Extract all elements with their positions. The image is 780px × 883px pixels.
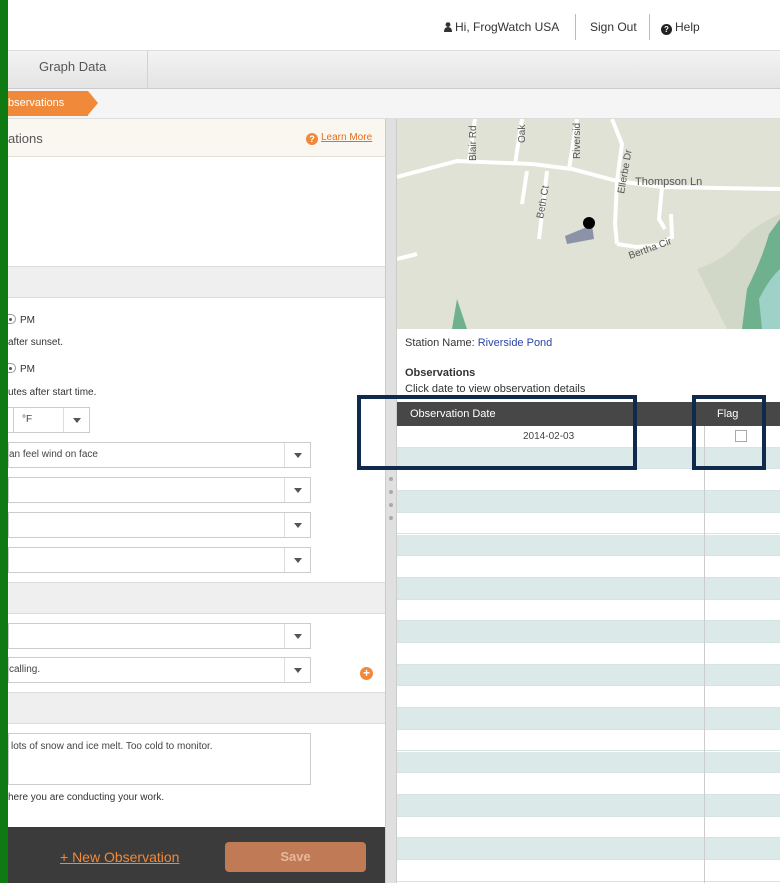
form-footer: + New Observation Save xyxy=(8,827,385,883)
breadcrumb: bservations xyxy=(8,89,780,119)
help-label: Help xyxy=(675,20,700,34)
table-row xyxy=(397,621,780,643)
chevron-down-icon xyxy=(284,548,310,572)
table-row xyxy=(397,512,780,535)
table-row[interactable]: 2014-02-03 xyxy=(397,426,780,448)
wind-select[interactable]: an feel wind on face xyxy=(8,442,311,468)
chevron-down-icon xyxy=(284,443,310,467)
temp-unit-select[interactable]: °F xyxy=(8,407,90,433)
column-divider xyxy=(704,426,705,883)
conditions-select-2[interactable] xyxy=(8,477,311,503)
breadcrumb-observations[interactable]: bservations xyxy=(8,91,98,116)
table-row xyxy=(397,469,780,492)
save-button[interactable]: Save xyxy=(225,842,366,872)
observation-date-cell[interactable]: 2014-02-03 xyxy=(523,431,574,442)
start-time-note: utes after start time. xyxy=(8,387,97,398)
radio-icon xyxy=(8,314,16,324)
new-observation-link[interactable]: + New Observation xyxy=(60,849,179,865)
table-row xyxy=(397,686,780,709)
pm-label: PM xyxy=(20,315,35,326)
conditions-select-4[interactable] xyxy=(8,547,311,573)
table-row xyxy=(397,708,780,730)
question-icon: ? xyxy=(306,133,318,145)
pm-label: PM xyxy=(20,364,35,375)
section-header-species xyxy=(8,582,385,614)
user-greeting: Hi, FrogWatch USA xyxy=(444,20,559,34)
table-row xyxy=(397,447,780,470)
add-species-icon[interactable]: + xyxy=(360,667,373,680)
sign-out-link[interactable]: Sign Out xyxy=(590,20,637,34)
panel-splitter[interactable] xyxy=(385,119,397,883)
notes-textarea[interactable]: lots of snow and ice melt. Too cold to m… xyxy=(8,733,311,785)
help-link[interactable]: ? Help xyxy=(661,20,700,35)
app-window: Hi, FrogWatch USA Sign Out ? Help Graph D… xyxy=(8,0,780,883)
chevron-down-icon xyxy=(284,658,310,682)
chevron-down-icon xyxy=(284,624,310,648)
table-row xyxy=(397,599,780,622)
table-row xyxy=(397,729,780,752)
station-panel: Blair Rd Oak Riversid Ellerbe Dr Thompso… xyxy=(397,119,780,883)
header-divider xyxy=(575,14,576,40)
form-title: ations xyxy=(8,131,43,146)
grip-dot xyxy=(389,477,393,481)
table-row xyxy=(397,664,780,687)
tab-graph-data[interactable]: Graph Data xyxy=(8,51,148,89)
table-row xyxy=(397,556,780,578)
species-select[interactable] xyxy=(8,623,311,649)
street-label: Blair Rd xyxy=(468,125,479,161)
main-nav: Graph Data xyxy=(8,51,780,89)
help-icon: ? xyxy=(661,24,672,35)
station-name-value[interactable]: Riverside Pond xyxy=(478,337,553,349)
table-row xyxy=(397,838,780,860)
column-header-flag[interactable]: Flag xyxy=(717,408,738,420)
map-canvas: Blair Rd Oak Riversid Ellerbe Dr Thompso… xyxy=(397,119,780,329)
street-label: Riversid xyxy=(572,123,583,159)
table-header: Observation Date Flag xyxy=(397,402,780,426)
column-header-date[interactable]: Observation Date xyxy=(410,408,496,420)
table-row xyxy=(397,860,780,882)
station-map[interactable]: Blair Rd Oak Riversid Ellerbe Dr Thompso… xyxy=(397,119,780,329)
chevron-down-icon xyxy=(63,408,89,432)
table-row xyxy=(397,794,780,817)
calling-select[interactable]: calling. xyxy=(8,657,311,683)
form-header: ations ? Learn More xyxy=(8,119,385,157)
header-divider xyxy=(649,14,650,40)
table-row xyxy=(397,816,780,839)
observations-hint: Click date to view observation details xyxy=(405,383,586,395)
section-header-time xyxy=(8,266,385,298)
table-row xyxy=(397,643,780,665)
user-icon xyxy=(444,22,452,32)
location-hint: here you are conducting your work. xyxy=(8,792,165,803)
temp-value-edge xyxy=(8,408,14,432)
section-header-notes xyxy=(8,692,385,724)
table-row xyxy=(397,577,780,600)
chevron-down-icon xyxy=(284,513,310,537)
table-row xyxy=(397,751,780,774)
sunset-note: after sunset. xyxy=(8,337,64,348)
radio-icon xyxy=(8,363,16,373)
top-header: Hi, FrogWatch USA Sign Out ? Help xyxy=(8,0,780,51)
chevron-down-icon xyxy=(284,478,310,502)
pm-radio-2[interactable]: PM xyxy=(8,363,35,375)
station-name-row: Station Name: Riverside Pond xyxy=(405,337,552,349)
table-row xyxy=(397,491,780,513)
grip-dot xyxy=(389,490,393,494)
conditions-select-3[interactable] xyxy=(8,512,311,538)
learn-more-label: Learn More xyxy=(321,132,373,143)
observations-heading: Observations xyxy=(405,367,476,379)
grip-dot xyxy=(389,503,393,507)
observation-form-panel: ations ? Learn More PM after sunset. PM u… xyxy=(8,119,385,883)
station-name-label: Station Name: xyxy=(405,337,475,349)
greeting-text: Hi, FrogWatch USA xyxy=(455,20,560,34)
street-label: Oak xyxy=(517,124,528,143)
calling-value: calling. xyxy=(9,664,41,675)
table-row xyxy=(397,534,780,557)
flag-checkbox[interactable] xyxy=(735,430,747,442)
grip-dot xyxy=(389,516,393,520)
street-label: Thompson Ln xyxy=(635,176,702,188)
wind-value: an feel wind on face xyxy=(9,449,98,460)
learn-more-link[interactable]: ? Learn More xyxy=(306,132,372,145)
table-row xyxy=(397,773,780,795)
pm-radio-1[interactable]: PM xyxy=(8,314,35,326)
